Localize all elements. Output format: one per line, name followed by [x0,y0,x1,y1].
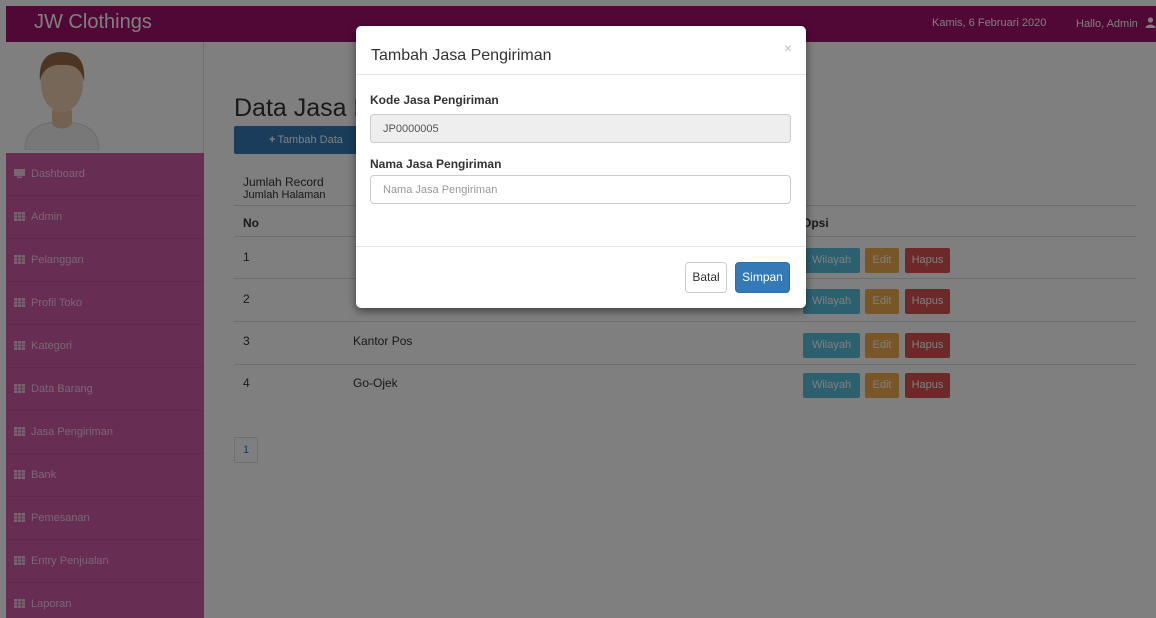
nama-label: Nama Jasa Pengiriman [370,157,502,171]
kode-label: Kode Jasa Pengiriman [370,93,499,107]
kode-field[interactable] [370,114,791,143]
modal-title: Tambah Jasa Pengiriman [371,47,552,64]
modal-footer-divider [356,246,806,247]
cancel-button[interactable]: Batal [685,262,727,293]
add-shipping-modal: Tambah Jasa Pengiriman × Kode Jasa Pengi… [356,26,806,308]
modal-header-divider [356,74,806,75]
nama-field[interactable] [370,175,791,204]
save-button[interactable]: Simpan [735,262,790,293]
close-icon[interactable]: × [784,40,792,56]
